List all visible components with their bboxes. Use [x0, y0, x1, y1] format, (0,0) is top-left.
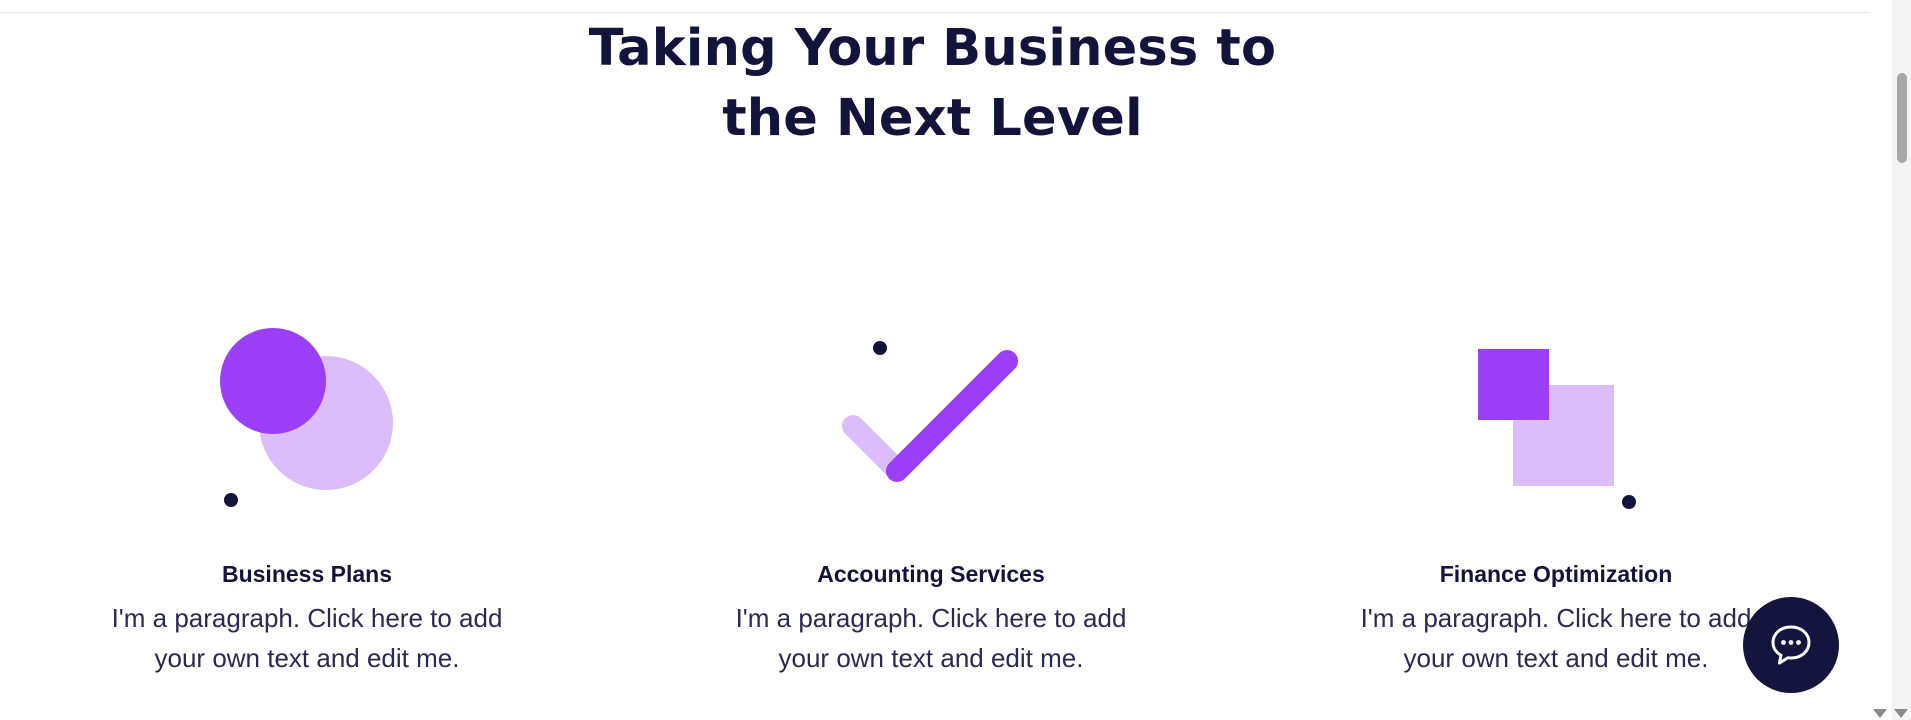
purple-square: [1478, 349, 1549, 420]
overlapping-circles-icon: [220, 328, 393, 507]
scroll-down-arrow-icon[interactable]: [1894, 709, 1908, 718]
feature-paragraph-line-2: your own text and edit me.: [154, 643, 460, 673]
navy-dot: [224, 493, 238, 507]
feature-title: Finance Optimization: [1439, 561, 1673, 587]
scrollbar-thumb[interactable]: [1897, 73, 1907, 163]
feature-paragraph: I'm a paragraph. Click here to add your …: [731, 598, 1131, 678]
feature-paragraph: I'm a paragraph. Click here to add your …: [1356, 598, 1756, 678]
scrollbar-track[interactable]: [1892, 0, 1911, 720]
section-title-line-1: Taking Your Business to: [588, 19, 1277, 78]
feature-paragraph-line-1: I'm a paragraph. Click here to add: [735, 603, 1127, 633]
feature-finance-optimization: Finance Optimization I'm a paragraph. Cl…: [1316, 318, 1796, 698]
feature-paragraph-line-2: your own text and edit me.: [778, 643, 1084, 673]
feature-paragraph-line-2: your own text and edit me.: [1403, 643, 1709, 673]
check-long-stroke: [886, 350, 1018, 482]
chat-bubble-icon: [1771, 625, 1811, 665]
section-title: Taking Your Business to the Next Level: [0, 14, 1865, 154]
purple-circle: [220, 328, 326, 434]
page-scrollbar[interactable]: [1870, 0, 1911, 720]
navy-dot: [1622, 495, 1636, 509]
section-title-line-2: the Next Level: [722, 89, 1143, 148]
feature-paragraph-line-1: I'm a paragraph. Click here to add: [1360, 603, 1752, 633]
feature-title: Accounting Services: [817, 561, 1045, 587]
overlapping-squares-icon: [1478, 349, 1636, 509]
feature-business-plans: Business Plans I'm a paragraph. Click he…: [67, 318, 547, 698]
header-divider: [0, 12, 1870, 13]
navy-dot: [873, 341, 887, 355]
scroll-down-arrow-icon[interactable]: [1873, 709, 1887, 718]
feature-paragraph-line-1: I'm a paragraph. Click here to add: [111, 603, 503, 633]
checkmark-icon: [842, 341, 1018, 482]
chat-button[interactable]: [1743, 597, 1839, 693]
feature-title: Business Plans: [221, 561, 393, 587]
feature-paragraph: I'm a paragraph. Click here to add your …: [107, 598, 507, 678]
feature-accounting-services: Accounting Services I'm a paragraph. Cli…: [691, 318, 1171, 698]
